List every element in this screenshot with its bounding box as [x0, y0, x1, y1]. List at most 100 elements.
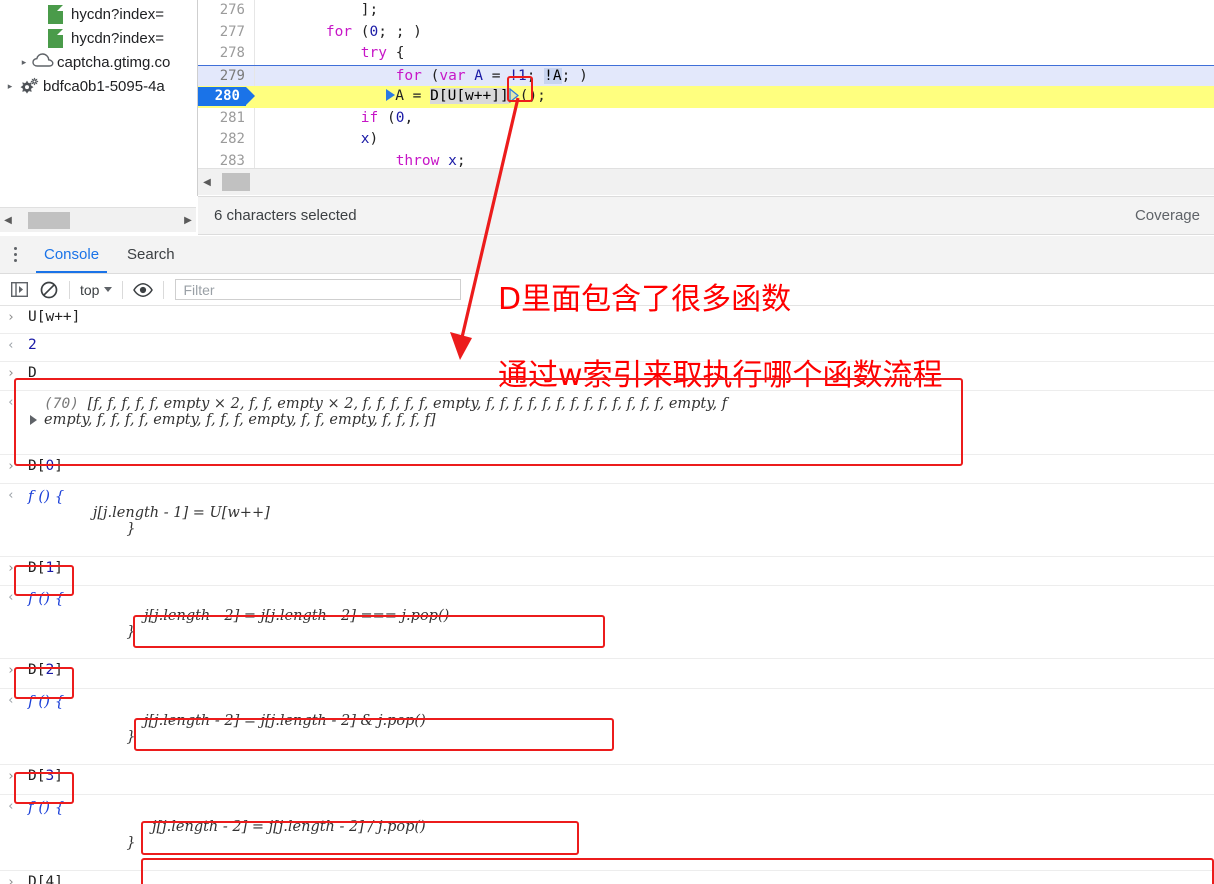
- code-line[interactable]: 277 for (0; ; ): [198, 21, 1214, 44]
- result-marker-icon: ‹: [7, 395, 15, 410]
- more-options-icon[interactable]: [0, 236, 30, 273]
- code-line-selected[interactable]: 279 for (var A = !1; !A; ): [198, 64, 1214, 87]
- console-function-output-row[interactable]: ‹ f () { j[j.length - 2] = j[j.length - …: [0, 689, 1214, 765]
- console-input-row[interactable]: › D[3]: [0, 765, 1214, 795]
- function-signature: f () {: [28, 487, 65, 505]
- function-body-line: j[j.length - 2] = j[j.length - 2] / j.po…: [152, 819, 426, 835]
- clear-console-icon[interactable]: [34, 276, 64, 304]
- selection-status-text: 6 characters selected: [214, 207, 357, 224]
- array-length-label: (70): [44, 396, 79, 412]
- function-signature: f () {: [28, 798, 65, 816]
- array-index-value: 3: [45, 768, 55, 784]
- scroll-thumb[interactable]: [28, 211, 70, 229]
- console-input-text: D[1]: [28, 560, 63, 576]
- gutter-divider: [254, 107, 255, 129]
- gear-icon: [18, 76, 39, 96]
- line-number[interactable]: 279: [198, 66, 254, 87]
- console-input-row[interactable]: › D[2]: [0, 659, 1214, 689]
- chevron-down-icon: [104, 287, 113, 292]
- tree-item-frame-bdfca0b1[interactable]: ▸ bdfca0b1-5095-4a: [0, 74, 197, 98]
- line-number[interactable]: 276: [198, 0, 254, 22]
- console-input-text: D[0]: [28, 458, 63, 474]
- chevron-right-icon[interactable]: ▸: [2, 81, 18, 91]
- file-tree-hscrollbar[interactable]: ◀ ▶: [0, 207, 196, 232]
- chevron-right-icon[interactable]: ▸: [16, 57, 32, 67]
- cloud-icon: [32, 52, 54, 72]
- code-line-executing[interactable]: 280 A = D[U[w++]] ();: [198, 86, 1214, 108]
- prompt-marker-icon: ›: [7, 310, 15, 325]
- execution-context-label: top: [80, 281, 100, 298]
- array-preview-line-2: empty, f, f, f, f, empty, f, f, f, empty…: [44, 412, 436, 428]
- tree-item-domain-captcha[interactable]: ▸ captcha.gtimg.co: [0, 50, 197, 74]
- editor-hscrollbar[interactable]: ◀: [198, 168, 1214, 195]
- array-index-value: 0: [45, 458, 55, 474]
- file-navigator-tree[interactable]: hycdn?index= hycdn?index= ▸ captcha.gtim…: [0, 0, 197, 196]
- console-filter-input[interactable]: Filter: [175, 279, 462, 300]
- document-icon: [46, 4, 66, 24]
- code-text: try {: [360, 45, 405, 61]
- prompt-marker-icon: ›: [7, 366, 15, 381]
- coverage-button[interactable]: Coverage: [1135, 207, 1200, 224]
- function-close-brace: }: [108, 521, 136, 537]
- code-text: ];: [256, 2, 379, 18]
- result-marker-icon: ‹: [7, 488, 15, 503]
- line-number[interactable]: 281: [198, 108, 254, 130]
- console-input-row[interactable]: › D[4]: [0, 871, 1214, 884]
- result-marker-icon: ‹: [7, 338, 15, 353]
- console-input-text: U[w++]: [28, 309, 81, 325]
- tab-search[interactable]: Search: [113, 236, 189, 273]
- console-input-text: D[4]: [28, 874, 63, 884]
- console-input-text: D: [28, 365, 37, 381]
- console-input-row[interactable]: › D[1]: [0, 557, 1214, 586]
- function-signature: f () {: [28, 692, 65, 710]
- scroll-thumb[interactable]: [222, 173, 250, 191]
- function-close-brace: }: [108, 729, 136, 745]
- function-body-line: j[j.length - 1] = U[w++]: [56, 505, 270, 521]
- code-line[interactable]: 278 try {: [198, 43, 1214, 65]
- toolbar-separator: [122, 280, 124, 299]
- tab-console[interactable]: Console: [30, 236, 113, 273]
- console-filter-placeholder: Filter: [183, 281, 215, 298]
- console-function-output-row[interactable]: ‹ f () { j[j.length - 1] = U[w++] }: [0, 484, 1214, 557]
- code-text: for (0; ; ): [325, 23, 422, 40]
- prompt-marker-icon: ›: [7, 875, 15, 884]
- active-line-gutter[interactable]: 280: [198, 86, 262, 108]
- scroll-track[interactable]: [16, 208, 180, 233]
- code-text: if (0,: [360, 109, 414, 126]
- code-editor[interactable]: 276 ]; 277 for (0; ; ) 278 try { 279 for…: [198, 0, 1214, 170]
- code-line[interactable]: 282 x): [198, 129, 1214, 151]
- editor-status-bar: 6 characters selected Coverage: [198, 196, 1214, 235]
- scroll-left-icon[interactable]: ◀: [0, 215, 16, 226]
- tree-item-label: hycdn?index=: [71, 5, 164, 23]
- tree-item-label: bdfca0b1-5095-4a: [43, 77, 165, 95]
- line-number[interactable]: 282: [198, 129, 254, 151]
- array-index-value: 2: [45, 662, 55, 678]
- console-input-row[interactable]: › D[0]: [0, 455, 1214, 484]
- line-number[interactable]: 280: [198, 87, 246, 106]
- expand-arrow-icon[interactable]: [30, 415, 37, 425]
- prompt-marker-icon: ›: [7, 561, 15, 576]
- line-number[interactable]: 278: [198, 43, 254, 65]
- gutter-divider: [254, 0, 255, 22]
- console-function-output-row[interactable]: ‹ f () { j[j.length - 2] = j[j.length - …: [0, 795, 1214, 871]
- call-frame-marker-icon: [386, 89, 396, 101]
- scroll-right-icon[interactable]: ▶: [180, 215, 196, 226]
- console-function-output-row[interactable]: ‹ f () { j[j.length - 2] = j[j.length - …: [0, 586, 1214, 659]
- code-line[interactable]: 276 ];: [198, 0, 1214, 22]
- tree-item-file-1[interactable]: hycdn?index=: [0, 2, 197, 26]
- tree-item-file-2[interactable]: hycdn?index=: [0, 26, 197, 50]
- document-icon: [46, 28, 66, 48]
- tree-item-label: hycdn?index=: [71, 29, 164, 47]
- result-marker-icon: ‹: [7, 693, 15, 708]
- execution-context-select[interactable]: top: [75, 282, 117, 298]
- live-expression-icon[interactable]: [128, 276, 158, 304]
- result-marker-icon: ‹: [7, 590, 15, 605]
- gutter-divider: [254, 21, 255, 43]
- function-close-brace: }: [108, 835, 136, 851]
- code-line[interactable]: 281 if (0,: [198, 107, 1214, 130]
- console-sidebar-toggle-icon[interactable]: [4, 276, 34, 304]
- scroll-left-icon[interactable]: ◀: [198, 177, 216, 188]
- execution-pointer-icon: [246, 87, 255, 105]
- annotation-line-1: D里面包含了很多函数: [498, 282, 792, 317]
- line-number[interactable]: 277: [198, 22, 254, 44]
